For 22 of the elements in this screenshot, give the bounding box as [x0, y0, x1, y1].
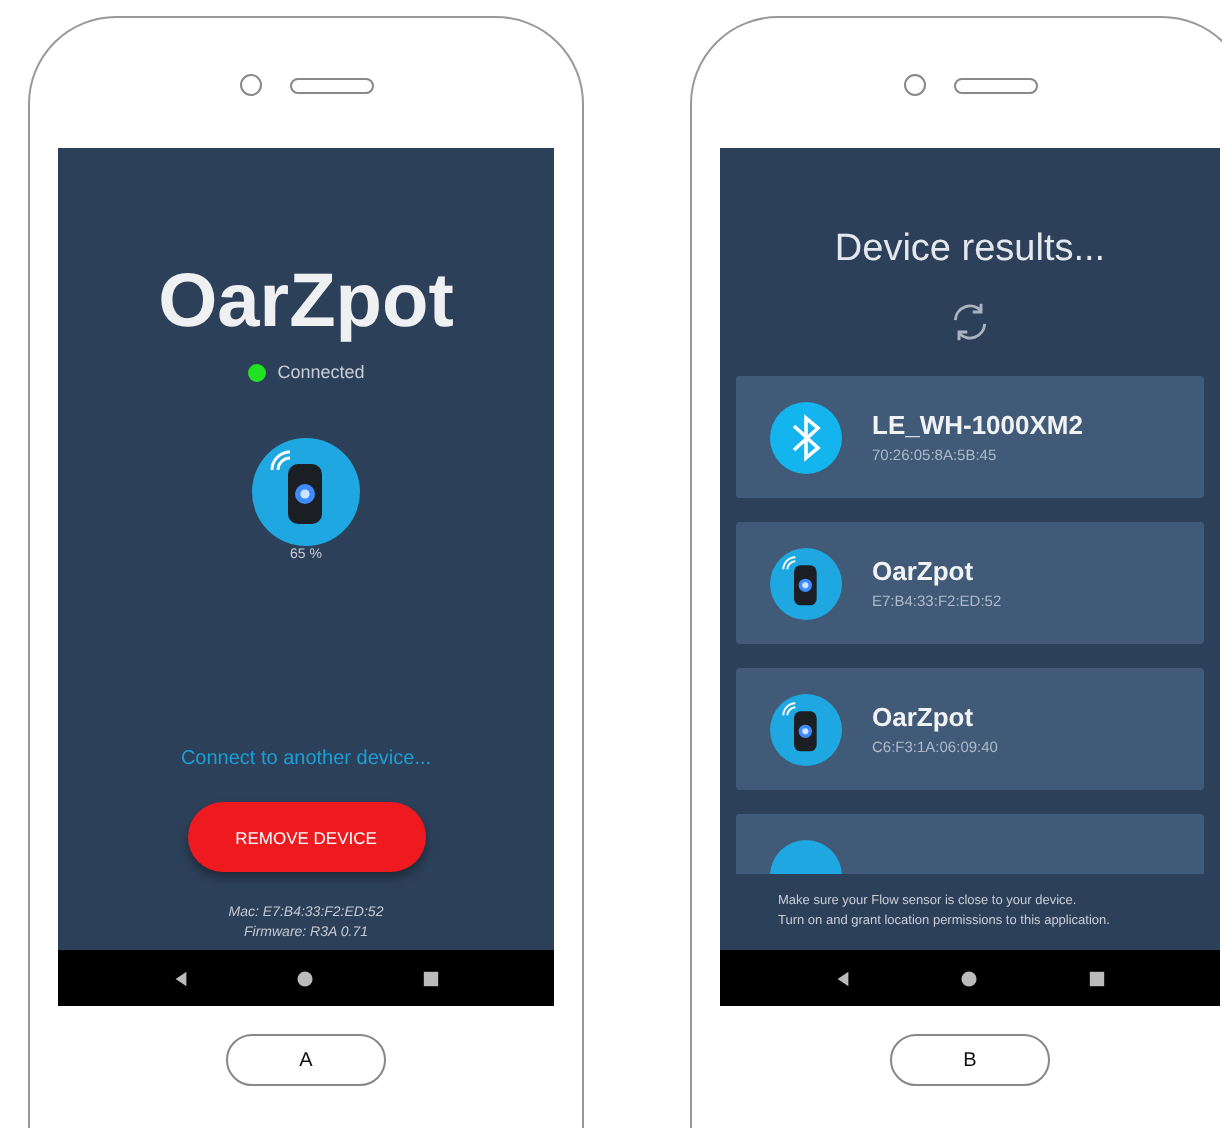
- remove-device-button[interactable]: REMOVE DEVICE: [187, 802, 425, 872]
- back-icon[interactable]: [171, 969, 190, 987]
- recents-icon[interactable]: [422, 969, 441, 987]
- device-name: OarZpot: [872, 556, 976, 586]
- camera-icon: [239, 74, 261, 96]
- connect-another-link[interactable]: Connect to another device...: [180, 748, 432, 770]
- app-title: OarZpot: [158, 258, 454, 346]
- recents-icon[interactable]: [1087, 969, 1106, 987]
- home-icon[interactable]: [960, 969, 979, 987]
- device-name: OarZpot: [872, 702, 976, 732]
- home-icon[interactable]: [296, 969, 315, 987]
- bluetooth-icon: [770, 401, 842, 473]
- phone-label: A: [226, 1034, 386, 1086]
- refresh-icon[interactable]: [948, 300, 992, 344]
- phone-label: B: [890, 1034, 1050, 1086]
- status-text: Connected: [277, 362, 365, 382]
- results-heading: Device results...: [834, 228, 1106, 272]
- device-name: LE_WH-1000XM2: [872, 410, 1083, 440]
- camera-icon: [903, 74, 925, 96]
- back-icon[interactable]: [834, 969, 853, 987]
- speaker-icon: [953, 77, 1037, 93]
- speaker-icon: [289, 77, 373, 93]
